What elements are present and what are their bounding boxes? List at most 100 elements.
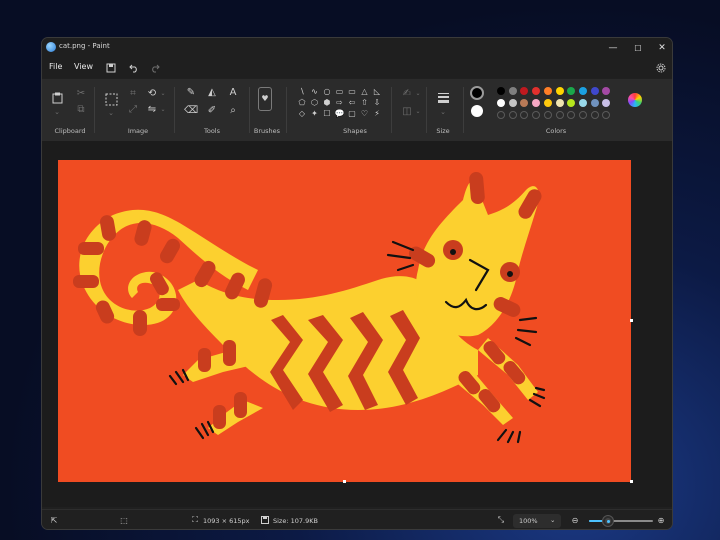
canvas-size-icon: ⛶ xyxy=(192,515,198,524)
gear-icon[interactable] xyxy=(654,61,668,75)
shape-option[interactable]: ▢ xyxy=(346,108,358,120)
fill-dropdown-icon[interactable]: ⌄ xyxy=(412,106,424,118)
close-button[interactable]: ✕ xyxy=(651,40,672,56)
edit-colors-icon[interactable] xyxy=(628,93,642,107)
eraser-icon[interactable]: ⌫ xyxy=(184,105,198,117)
palette-swatch[interactable] xyxy=(590,99,599,107)
file-size-text: Size: 107.9KB xyxy=(273,517,318,525)
shape-option[interactable]: ♡ xyxy=(359,108,371,120)
palette-swatch[interactable] xyxy=(602,87,611,95)
group-size-label: Size xyxy=(436,127,450,135)
redo-icon[interactable] xyxy=(148,61,162,75)
maximize-button[interactable]: ☐ xyxy=(627,40,649,56)
secondary-color-swatch[interactable] xyxy=(471,105,483,117)
paste-icon[interactable] xyxy=(51,92,63,104)
zoom-out-icon[interactable]: ⊖ xyxy=(570,515,580,525)
custom-color-slot[interactable] xyxy=(602,111,611,119)
palette-swatch[interactable] xyxy=(520,87,529,95)
paint-window: cat.png - Paint — ☐ ✕ File View ⌄ ✂ ⧉ Cl… xyxy=(41,37,673,530)
palette-swatch[interactable] xyxy=(508,99,517,107)
select-icon[interactable] xyxy=(104,92,118,106)
canvas-area[interactable] xyxy=(42,141,672,507)
custom-color-slot[interactable] xyxy=(578,111,587,119)
title-bar[interactable]: cat.png - Paint — ☐ ✕ xyxy=(42,38,672,58)
text-tool-icon[interactable]: A xyxy=(227,87,239,99)
magnifier-icon[interactable]: ⌕ xyxy=(227,105,239,117)
undo-icon[interactable] xyxy=(127,61,141,75)
palette-swatch[interactable] xyxy=(543,99,552,107)
palette-swatch[interactable] xyxy=(567,99,576,107)
palette-swatch[interactable] xyxy=(578,87,587,95)
custom-color-slot[interactable] xyxy=(508,111,517,119)
copy-icon[interactable]: ⧉ xyxy=(75,104,87,116)
save-icon[interactable] xyxy=(104,61,118,75)
pencil-icon[interactable]: ✎ xyxy=(185,87,197,99)
menu-view[interactable]: View xyxy=(74,62,93,71)
resize-handle-right[interactable] xyxy=(630,319,633,322)
palette-swatch[interactable] xyxy=(508,87,517,95)
canvas-dimensions: 1093 × 615px xyxy=(203,517,250,525)
flip-dropdown-icon[interactable]: ⌄ xyxy=(157,104,169,116)
color-picker-icon[interactable]: ✐ xyxy=(206,105,218,117)
palette-swatch[interactable] xyxy=(567,87,576,95)
cut-icon[interactable]: ✂ xyxy=(75,88,87,100)
custom-color-slot[interactable] xyxy=(532,111,541,119)
resize-handle-corner[interactable] xyxy=(630,480,633,483)
shape-option[interactable]: 💬 xyxy=(334,108,346,120)
resize-handle-bottom[interactable] xyxy=(343,480,346,483)
brush-icon[interactable]: ♥ xyxy=(258,87,272,111)
custom-color-slot[interactable] xyxy=(543,111,552,119)
group-clipboard-label: Clipboard xyxy=(54,127,86,135)
zoom-level-text: 100% xyxy=(519,517,538,525)
custom-color-slot[interactable] xyxy=(497,111,505,119)
shape-option[interactable]: ✦ xyxy=(309,108,321,120)
menu-file[interactable]: File xyxy=(49,62,62,71)
resize-icon[interactable]: ⤢ xyxy=(127,104,139,116)
custom-color-slot[interactable] xyxy=(555,111,564,119)
shape-option[interactable]: ⚡ xyxy=(371,108,383,120)
size-dropdown-icon[interactable]: ⌄ xyxy=(437,106,449,118)
select-dropdown-icon[interactable]: ⌄ xyxy=(105,107,117,119)
group-brushes-label: Brushes xyxy=(253,127,281,135)
palette-swatch[interactable] xyxy=(532,87,541,95)
cursor-position-icon: ⇱ xyxy=(50,515,58,525)
palette-swatch[interactable] xyxy=(555,87,564,95)
primary-color-swatch[interactable] xyxy=(470,86,484,100)
rotate-dropdown-icon[interactable]: ⌄ xyxy=(157,88,169,100)
group-colors-label: Colors xyxy=(545,127,567,135)
fit-to-window-icon[interactable]: ⤡ xyxy=(496,515,506,525)
ribbon-divider xyxy=(286,87,287,133)
zoom-slider-thumb[interactable] xyxy=(603,516,614,526)
drawing-canvas[interactable] xyxy=(58,160,631,482)
file-size-icon xyxy=(260,515,270,525)
palette-swatch[interactable] xyxy=(497,87,505,95)
ribbon-divider xyxy=(463,87,464,133)
palette-swatch[interactable] xyxy=(590,87,599,95)
selection-size-icon: ⬚ xyxy=(120,515,128,525)
stroke-size-icon[interactable] xyxy=(436,90,450,104)
shape-option[interactable]: ◇ xyxy=(296,108,308,120)
palette-swatch[interactable] xyxy=(543,87,552,95)
custom-color-slot[interactable] xyxy=(520,111,529,119)
menu-bar: File View xyxy=(42,58,672,78)
custom-color-slot[interactable] xyxy=(590,111,599,119)
palette-swatch[interactable] xyxy=(520,99,529,107)
status-bar: ⇱ ⬚ ⛶ 1093 × 615px Size: 107.9KB ⤡ 100% … xyxy=(42,509,672,529)
zoom-slider[interactable] xyxy=(589,516,653,526)
palette-swatch[interactable] xyxy=(602,99,611,107)
palette-swatch[interactable] xyxy=(497,99,505,107)
zoom-select[interactable]: 100% ⌄ xyxy=(513,514,561,528)
fill-bucket-icon[interactable]: ◭ xyxy=(206,87,218,99)
group-shapes-label: Shapes xyxy=(343,127,367,135)
outline-dropdown-icon[interactable]: ⌄ xyxy=(412,88,424,100)
palette-swatch[interactable] xyxy=(578,99,587,107)
crop-icon[interactable]: ⌗ xyxy=(127,88,139,100)
zoom-in-icon[interactable]: ⊕ xyxy=(656,515,666,525)
chevron-down-icon: ⌄ xyxy=(550,516,556,524)
custom-color-slot[interactable] xyxy=(567,111,576,119)
minimize-button[interactable]: — xyxy=(602,40,624,56)
palette-swatch[interactable] xyxy=(532,99,541,107)
palette-swatch[interactable] xyxy=(555,99,564,107)
shape-option[interactable]: ☐ xyxy=(321,108,333,120)
paste-dropdown-icon[interactable]: ⌄ xyxy=(51,106,63,118)
